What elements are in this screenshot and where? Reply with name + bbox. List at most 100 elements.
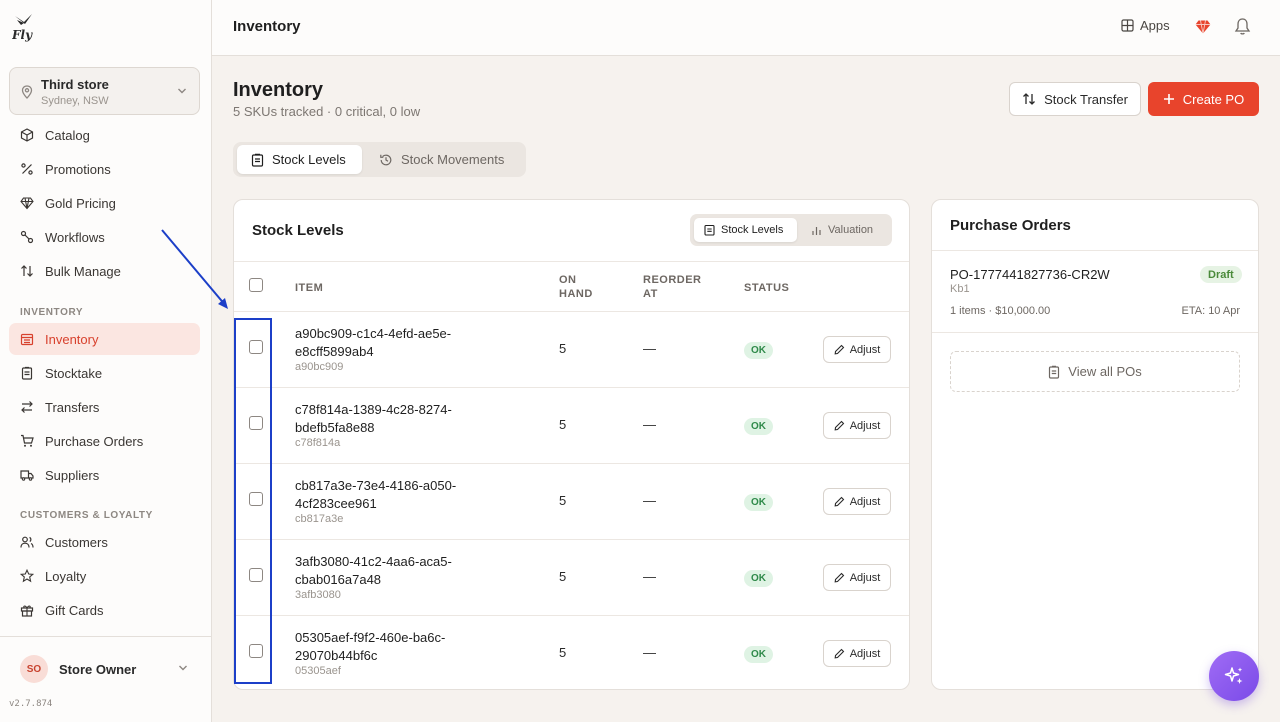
grid-icon xyxy=(1121,19,1140,32)
item-sku: cb817a3e xyxy=(295,513,344,525)
column-header-reorder-at: REORDER AT xyxy=(643,273,702,301)
tab-stock-levels[interactable]: Stock Levels xyxy=(237,145,362,174)
item-sku: c78f814a xyxy=(295,437,341,449)
chevron-down-icon xyxy=(177,87,187,95)
nav-label: Bulk Manage xyxy=(45,263,121,279)
adjust-button[interactable]: Adjust xyxy=(823,488,891,515)
adjust-button[interactable]: Adjust xyxy=(823,564,891,591)
warehouse-icon xyxy=(20,332,34,346)
item-name-line: cbab016a7a48 xyxy=(295,572,382,587)
tab-stock-movements[interactable]: Stock Movements xyxy=(379,145,519,174)
table-row: cb817a3e-73e4-4186-a050- 4cf283cee961 cb8… xyxy=(234,464,909,540)
pencil-icon xyxy=(834,344,850,355)
nav-label: Purchase Orders xyxy=(45,433,144,449)
item-name-line: 29070b44bf6c xyxy=(295,648,378,663)
nav-purchase-orders[interactable]: Purchase Orders xyxy=(9,425,200,457)
history-icon xyxy=(379,153,401,167)
table-header: ITEM ON HAND REORDER AT STATUS xyxy=(234,261,909,312)
nav-label: Customers xyxy=(45,534,108,550)
stock-transfer-label: Stock Transfer xyxy=(1044,91,1128,107)
nav-catalog[interactable]: Catalog xyxy=(9,119,200,151)
toggle-label: Valuation xyxy=(828,224,874,236)
nav-label: Promotions xyxy=(45,161,111,177)
adjust-button[interactable]: Adjust xyxy=(823,412,891,439)
ai-assistant-button[interactable] xyxy=(1209,651,1259,701)
reorder-value: — xyxy=(643,493,656,508)
reorder-value: — xyxy=(643,569,656,584)
nav-label: Inventory xyxy=(45,331,99,347)
avatar[interactable]: SO xyxy=(20,655,48,683)
purchase-orders-card: Purchase Orders PO-1777441827736-CR2W Dr… xyxy=(931,199,1259,690)
adjust-label: Adjust xyxy=(849,343,881,356)
nav-label: Gold Pricing xyxy=(45,195,116,211)
item-name: c78f814a-1389-4c28-8274- bdefb5fa8e88 xyxy=(295,401,495,437)
item-name-line: 3afb3080-41c2-4aa6-aca5- xyxy=(295,554,452,569)
column-header-status: STATUS xyxy=(744,282,790,294)
item-name-line: cb817a3e-73e4-4186-a050- xyxy=(295,478,457,493)
stock-levels-card: Stock Levels Stock Levels Valuation ITEM… xyxy=(233,199,910,690)
item-name: a90bc909-c1c4-4efd-ae5e-e8cff5899ab4 xyxy=(295,325,495,361)
fly-logo[interactable]: Fly xyxy=(12,12,36,42)
page-title: Inventory xyxy=(233,79,324,101)
box-icon xyxy=(20,128,34,142)
nav-inventory[interactable]: Inventory xyxy=(9,323,200,355)
item-name: 05305aef-f9f2-460e-ba6c- 29070b44bf6c xyxy=(295,629,495,665)
nav-loyalty[interactable]: Loyalty xyxy=(9,560,200,592)
table-row: 3afb3080-41c2-4aa6-aca5- cbab016a7a48 3af… xyxy=(234,540,909,616)
column-header-on-hand: ON HAND xyxy=(559,273,593,301)
sidebar: Fly Third store Sydney, NSW Catalog Prom… xyxy=(0,0,212,722)
nav-transfers[interactable]: Transfers xyxy=(9,391,200,423)
item-sku: a90bc909 xyxy=(295,361,344,373)
nav-gold-pricing[interactable]: Gold Pricing xyxy=(9,187,200,219)
item-sku: 3afb3080 xyxy=(295,589,341,601)
bell-icon xyxy=(1234,17,1251,36)
nav-suppliers[interactable]: Suppliers xyxy=(9,459,200,491)
adjust-label: Adjust xyxy=(849,571,881,584)
adjust-button[interactable]: Adjust xyxy=(823,336,891,363)
item-name-line: 4cf283cee961 xyxy=(295,496,377,511)
toggle-label: Stock Levels xyxy=(721,224,784,236)
svg-text:Fly: Fly xyxy=(12,28,33,42)
store-selector[interactable]: Third store Sydney, NSW xyxy=(9,67,200,115)
status-badge: OK xyxy=(744,494,773,511)
create-po-button[interactable]: Create PO xyxy=(1148,82,1259,116)
gem-icon xyxy=(1194,18,1212,36)
select-all-checkbox[interactable] xyxy=(249,278,263,292)
po-id[interactable]: PO-1777441827736-CR2W xyxy=(950,267,1110,282)
nav-stocktake[interactable]: Stocktake xyxy=(9,357,200,389)
header-line: AT xyxy=(643,288,658,300)
item-name-line: a90bc909-c1c4-4efd-ae5e- xyxy=(295,326,452,341)
map-pin-icon xyxy=(21,85,33,99)
gem-button[interactable] xyxy=(1194,18,1212,36)
po-vendor: Kb1 xyxy=(950,283,970,295)
table-row: c78f814a-1389-4c28-8274- bdefb5fa8e88 c78… xyxy=(234,388,909,464)
apps-button[interactable]: Apps xyxy=(1121,18,1170,33)
pencil-icon xyxy=(834,420,850,431)
apps-label: Apps xyxy=(1140,18,1170,33)
nav-promotions[interactable]: Promotions xyxy=(9,153,200,185)
transfer-icon xyxy=(20,400,34,414)
on-hand-value: 5 xyxy=(559,493,567,508)
pencil-icon xyxy=(834,572,850,583)
pencil-icon xyxy=(834,648,850,659)
nav-section-inventory: INVENTORY xyxy=(20,307,84,318)
view-all-pos-button[interactable]: View all POs xyxy=(950,351,1240,392)
main-tabs: Stock Levels Stock Movements xyxy=(233,142,526,177)
toggle-stock-levels[interactable]: Stock Levels xyxy=(694,218,797,242)
notifications-button[interactable] xyxy=(1234,17,1251,36)
nav-gift-cards[interactable]: Gift Cards xyxy=(9,594,200,626)
header-line: REORDER xyxy=(643,274,702,286)
adjust-button[interactable]: Adjust xyxy=(823,640,891,667)
card-title: Purchase Orders xyxy=(950,217,1071,234)
bar-chart-icon xyxy=(811,225,828,236)
adjust-label: Adjust xyxy=(849,495,881,508)
user-name[interactable]: Store Owner xyxy=(59,662,136,677)
card-title: Stock Levels xyxy=(252,222,344,239)
clipboard-icon xyxy=(20,366,34,380)
toggle-valuation[interactable]: Valuation xyxy=(811,218,873,242)
chevron-down-icon[interactable] xyxy=(178,664,188,672)
workflow-icon xyxy=(20,230,34,244)
clipboard-icon xyxy=(251,153,272,167)
stock-transfer-button[interactable]: Stock Transfer xyxy=(1009,82,1141,116)
nav-customers[interactable]: Customers xyxy=(9,526,200,558)
